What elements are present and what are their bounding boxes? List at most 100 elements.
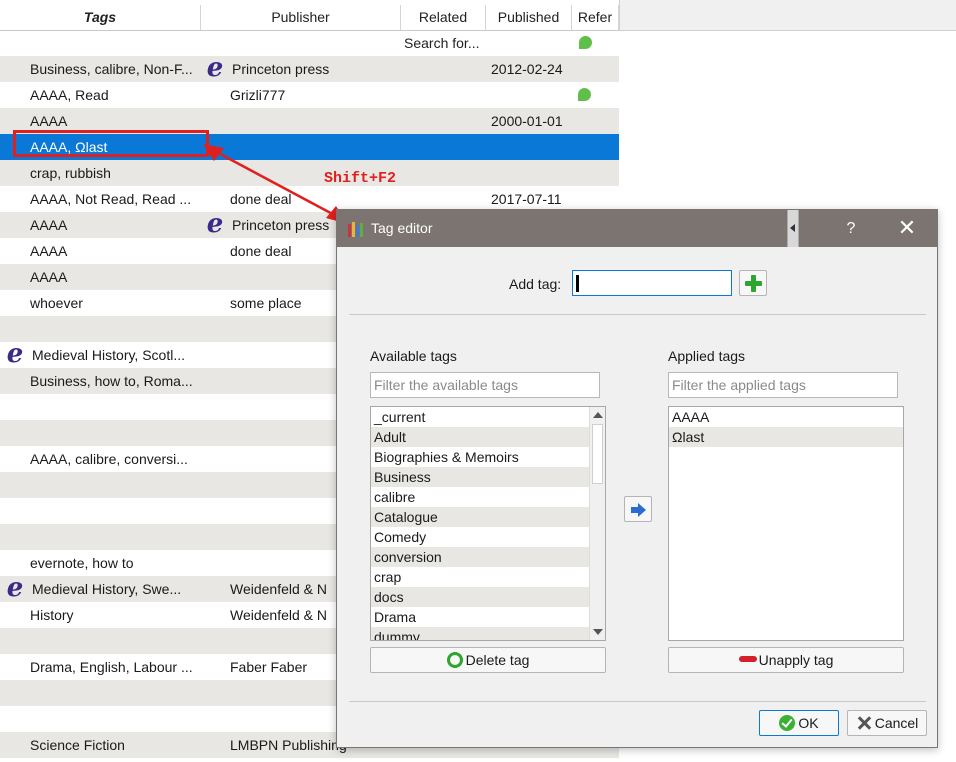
cell-tags: Business, how to, Roma... [30,373,193,389]
column-header-publisher[interactable]: Publisher [201,5,401,31]
ebook-e-icon: e [206,209,224,239]
available-tags-list[interactable]: _current Adult Biographies & Memoirs Busine… [370,406,606,641]
available-tags-scrollbar[interactable] [589,407,605,640]
cancel-button[interactable]: Cancel [847,710,927,736]
cell-published [491,82,571,108]
delete-tag-button[interactable]: Delete tag [370,647,606,673]
tag-editor-dialog: Tag editor ? ✕ Add tag: Available tags A… [336,209,938,748]
apply-tag-button[interactable] [624,496,652,522]
cell-tags: AAAA [30,217,68,233]
cell-tags: Drama, English, Labour ... [30,659,193,675]
available-tag-item[interactable]: crap [371,567,605,587]
filter-applied-input[interactable] [668,372,898,398]
checkmark-icon [779,715,796,731]
cell-published [491,134,571,160]
cell-published [491,160,571,186]
available-tag-item[interactable]: dummy [371,627,605,640]
applied-tags-items: AAAA Ωlast [669,407,903,447]
cell-tags [30,524,200,550]
cell-tags [30,498,200,524]
cell-tags: Business, calibre, Non-F... [30,61,193,77]
available-tag-item[interactable]: Adult [371,427,605,447]
available-tag-item[interactable]: _current [371,407,605,427]
close-button[interactable]: ✕ [893,210,921,247]
cell-tags: AAAA [30,243,68,259]
applied-tag-item[interactable]: AAAA [669,407,903,427]
cell-tags: whoever [30,295,83,311]
table-header: Tags Publisher Related Published Refer [0,0,619,31]
search-hint[interactable]: Search for... [404,30,479,56]
empty-header-area [619,0,956,31]
cell-tags: Medieval History, Scotl... [32,347,186,363]
ok-label: OK [798,715,819,731]
available-tags-label: Available tags [370,348,457,364]
add-tag-button[interactable] [739,270,767,296]
cell-publisher [230,108,400,134]
available-tag-item[interactable]: Catalogue [371,507,605,527]
available-tag-item[interactable]: Biographies & Memoirs [371,447,605,467]
add-tag-input[interactable] [572,270,732,296]
cell-tags: AAAA [30,269,68,285]
column-header-related[interactable]: Related [401,5,486,31]
cell-refer [578,82,598,108]
scrollbar-thumb[interactable] [592,424,603,484]
separator-top [349,314,926,315]
available-tag-item[interactable]: calibre [371,487,605,507]
dialog-titlebar[interactable]: Tag editor ? ✕ [337,210,937,247]
cancel-x-icon [856,715,872,731]
cell-tags [30,680,200,706]
evernote-leaf-icon [578,88,591,101]
applied-tags-list[interactable]: AAAA Ωlast [668,406,904,641]
ebook-e-icon: e [6,339,24,369]
evernote-leaf-icon [579,36,592,49]
add-tag-label-text: Add tag: [509,276,562,292]
available-tag-item[interactable]: conversion [371,547,605,567]
separator-bottom [349,701,926,702]
table-row[interactable]: Business, calibre, Non-F... e Princeton pr… [0,53,619,83]
titlebar-grip-handle[interactable] [787,210,799,247]
scroll-down-arrow-icon[interactable] [593,629,603,635]
cell-tags [30,628,200,654]
available-tag-item[interactable]: docs [371,587,605,607]
cell-published: 2000-01-01 [491,113,563,129]
cell-tags [30,316,200,342]
column-header-published[interactable]: Published [486,5,572,31]
cell-tags [30,394,200,420]
text-caret [576,275,579,292]
table-row[interactable]: crap, rubbish [0,160,619,186]
cell-publisher: Grizli777 [230,87,286,103]
cancel-label: Cancel [874,715,919,731]
unapply-tag-label: Unapply tag [758,652,834,668]
table-row[interactable]: AAAA, Read Grizli777 [0,82,619,108]
cell-tags [30,420,200,446]
filter-available-input[interactable] [370,372,600,398]
cell-tags: AAAA, Not Read, Read ... [30,191,192,207]
column-header-tags[interactable]: Tags [0,5,201,31]
available-tag-item[interactable]: Comedy [371,527,605,547]
unapply-tag-button[interactable]: Unapply tag [668,647,904,673]
calibre-books-icon [348,222,363,237]
ok-button[interactable]: OK [759,710,839,736]
dialog-title: Tag editor [371,220,433,236]
plus-icon [745,275,762,292]
right-arrow-head-icon [638,503,646,517]
cell-publisher [230,134,400,160]
column-header-refer[interactable]: Refer [572,5,619,31]
delete-tag-label: Delete tag [465,652,530,668]
cell-tags: Medieval History, Swe... [32,581,182,597]
cell-tags: evernote, how to [30,555,134,571]
minus-icon [738,656,757,662]
available-tag-item[interactable]: Business [371,467,605,487]
cell-published: 2012-02-24 [491,61,563,77]
applied-tag-item[interactable]: Ωlast [669,427,903,447]
add-tag-label: Add tag: [509,276,561,292]
help-button[interactable]: ? [837,210,865,247]
cell-tags [30,706,200,732]
scroll-up-arrow-icon[interactable] [593,412,603,418]
cell-tags: AAAA, calibre, conversi... [30,451,188,467]
shortcut-label: Shift+F2 [324,170,397,187]
available-tag-item[interactable]: Drama [371,607,605,627]
cell-tags: History [30,607,74,623]
cell-tags: Science Fiction [30,737,125,753]
ebook-e-icon: e [206,53,224,83]
